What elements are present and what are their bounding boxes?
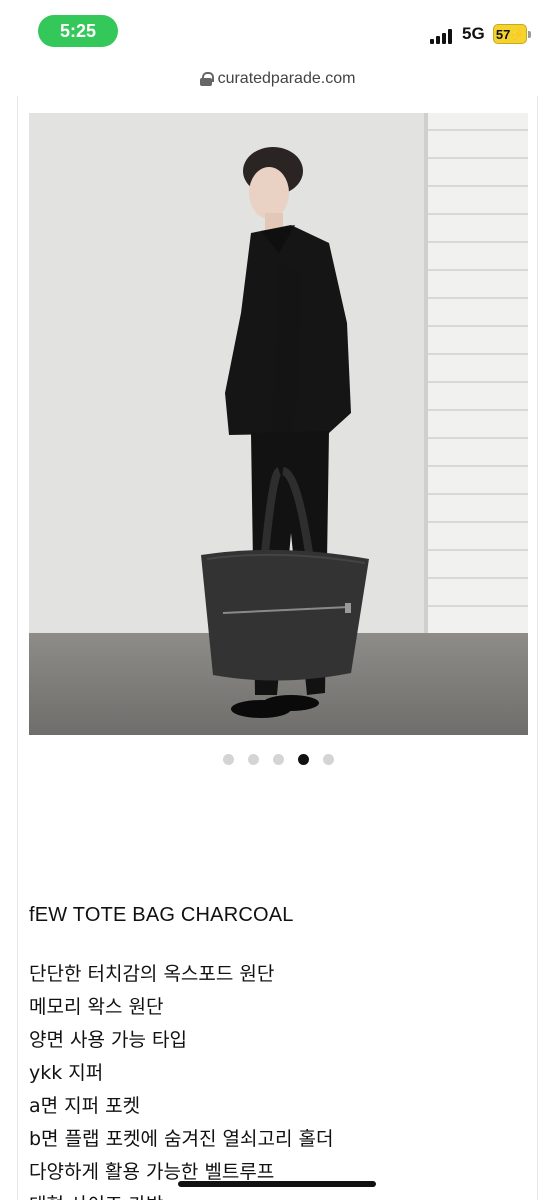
model-with-tote-bag (201, 147, 369, 718)
lock-icon (199, 72, 214, 86)
feature-item: b면 플랩 포켓에 숨겨진 열쇠고리 홀더 (29, 1128, 334, 1150)
carousel-dot[interactable] (248, 754, 259, 765)
cellular-signal-icon (430, 28, 456, 44)
carousel-dot[interactable] (323, 754, 334, 765)
carousel-dot[interactable] (273, 754, 284, 765)
status-bar: 5:25 5G 57 ⚡ (0, 0, 555, 62)
carousel-dot[interactable] (223, 754, 234, 765)
feature-item: 양면 사용 가능 타입 (29, 1029, 187, 1051)
carousel-dot-active[interactable] (298, 754, 309, 765)
home-indicator[interactable] (178, 1181, 376, 1187)
product-page: fEW TOTE BAG CHARCOAL 단단한 터치감의 옥스포드 원단 메… (17, 96, 538, 1200)
battery-tip (528, 31, 531, 38)
battery-icon: 57 ⚡ (493, 24, 527, 44)
status-time[interactable]: 5:25 (38, 15, 118, 47)
product-photo[interactable] (29, 113, 528, 735)
feature-item: 메모리 왁스 원단 (29, 996, 164, 1018)
battery-level: 57 (495, 26, 511, 42)
feature-item: 단단한 터치감의 옥스포드 원단 (29, 963, 275, 985)
address-bar[interactable]: curatedparade.com (0, 62, 555, 96)
product-title: fEW TOTE BAG CHARCOAL (29, 904, 294, 926)
network-type: 5G (462, 24, 485, 43)
charging-bolt-icon: ⚡ (510, 28, 525, 41)
product-feature-list: 단단한 터치감의 옥스포드 원단 메모리 왁스 원단 양면 사용 가능 타입 y… (29, 958, 333, 1200)
feature-item: 대형 사이즈 가방 (29, 1189, 333, 1200)
feature-item: ykk 지퍼 (29, 1062, 104, 1084)
carousel-dots (18, 754, 539, 765)
url-text[interactable]: curatedparade.com (218, 70, 356, 88)
feature-item: a면 지퍼 포켓 (29, 1095, 141, 1117)
